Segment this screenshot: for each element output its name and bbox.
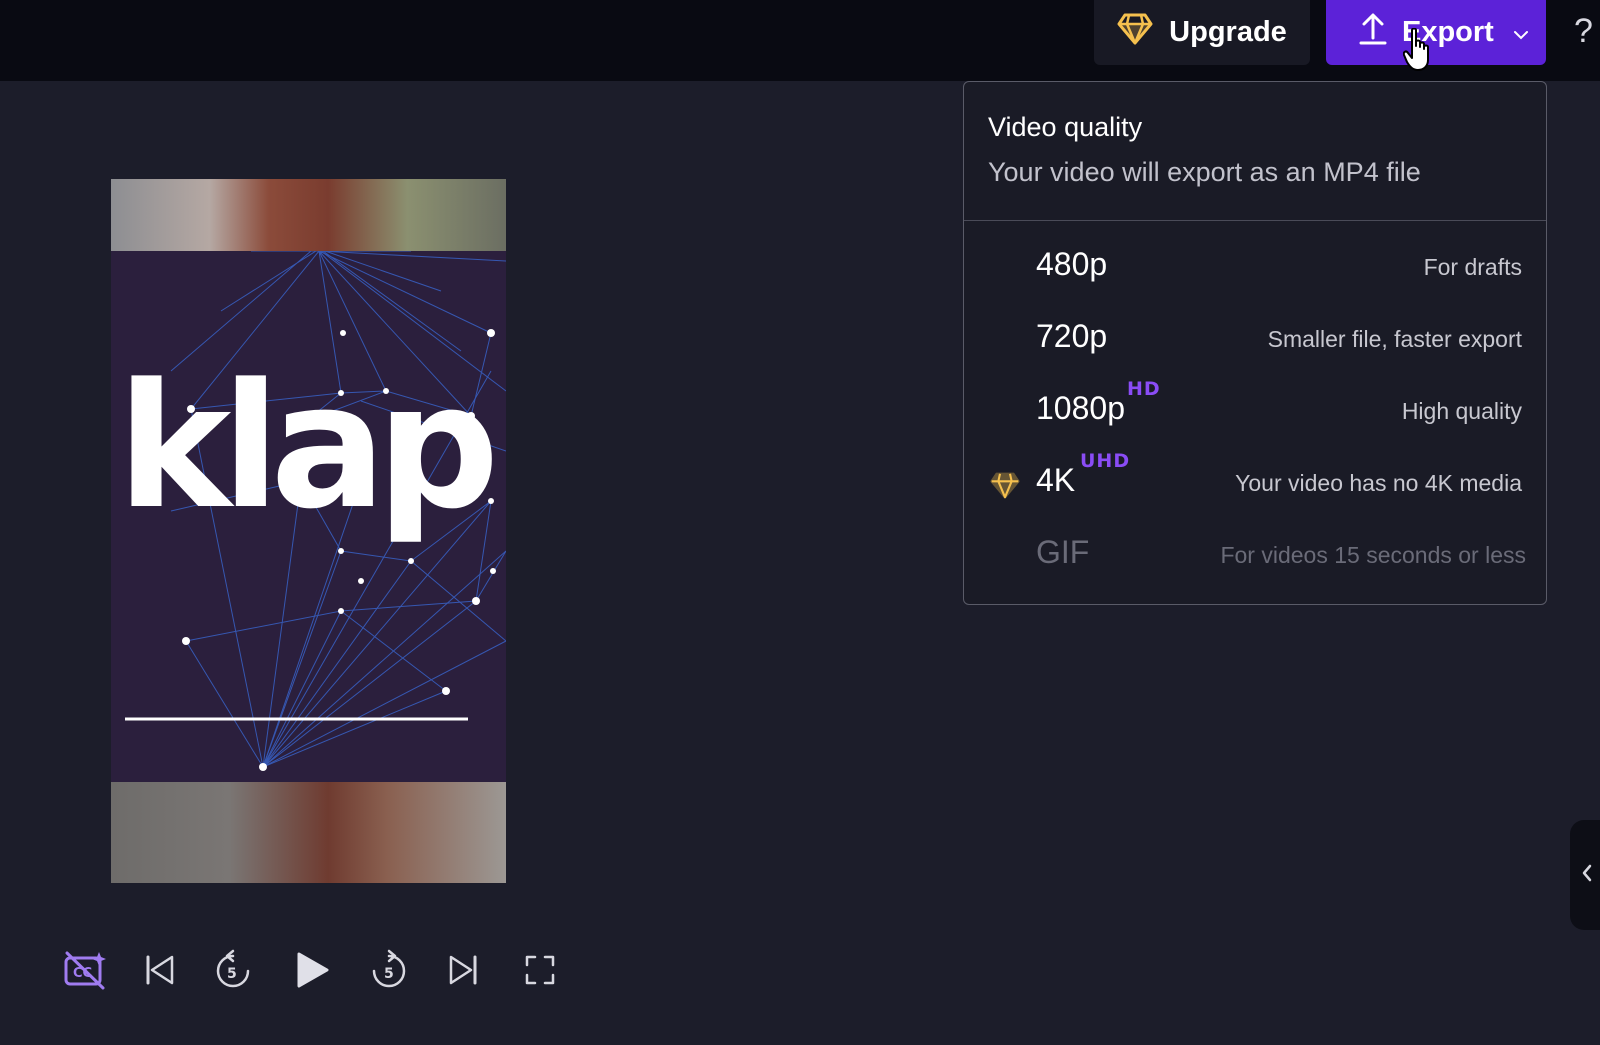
option-label: 480p (1036, 246, 1108, 282)
skip-to-end-button[interactable] (438, 947, 488, 997)
fullscreen-button[interactable] (515, 947, 565, 997)
option-description: High quality (1401, 398, 1522, 424)
side-panel-toggle[interactable] (1570, 820, 1600, 930)
quality-option-gif[interactable]: GIF For videos 15 seconds or less (964, 522, 1546, 592)
option-description: Your video has no 4K media (1235, 470, 1522, 496)
premium-gem-icon (990, 472, 1020, 504)
video-preview[interactable]: klap (111, 179, 506, 883)
forward-5-icon: 5 (369, 949, 409, 996)
option-label: 1080p (1036, 390, 1125, 426)
captions-toggle-button[interactable]: CC (60, 947, 110, 997)
menu-subtitle: Your video will export as an MP4 file (988, 157, 1421, 187)
option-description: For drafts (1423, 254, 1522, 280)
upgrade-label: Upgrade (1169, 16, 1287, 48)
help-button[interactable]: ? (1574, 12, 1593, 51)
brand-text-overlay: klap (117, 346, 500, 547)
hand-cursor-icon (1402, 27, 1433, 77)
preview-bottom-footage (111, 782, 506, 883)
quality-option-4k[interactable]: 4K UHD Your video has no 4K media (964, 450, 1546, 520)
option-label: 720p (1036, 318, 1108, 354)
rewind-5-button[interactable]: 5 (208, 947, 258, 997)
captions-off-icon: CC (63, 950, 107, 995)
menu-title: Video quality (988, 112, 1143, 142)
quality-option-480p[interactable]: 480p For drafts (964, 234, 1546, 304)
export-button[interactable]: Export (1326, 0, 1546, 65)
export-quality-menu: Video quality Your video will export as … (963, 81, 1547, 605)
top-bar: Upgrade Export ? (0, 0, 1600, 81)
svg-text:5: 5 (384, 966, 394, 982)
skip-to-start-icon (143, 953, 177, 992)
hd-badge: HD (1127, 378, 1161, 400)
option-description: For videos 15 seconds or less (1220, 542, 1526, 568)
uhd-badge: UHD (1080, 450, 1131, 472)
upload-icon (1358, 12, 1388, 54)
play-button[interactable] (286, 947, 336, 997)
gem-icon (1117, 13, 1153, 53)
skip-to-end-icon (446, 953, 480, 992)
option-label: 4K (1036, 462, 1076, 498)
chevron-left-icon (1580, 863, 1594, 888)
rewind-5-icon: 5 (213, 949, 253, 996)
quality-option-1080p[interactable]: 1080p HD High quality (964, 378, 1546, 448)
menu-divider (964, 220, 1546, 221)
upgrade-button[interactable]: Upgrade (1094, 0, 1310, 65)
fullscreen-icon (524, 954, 556, 991)
svg-text:5: 5 (227, 966, 237, 982)
preview-top-footage (111, 179, 506, 251)
play-icon (291, 950, 331, 995)
quality-option-720p[interactable]: 720p Smaller file, faster export (964, 306, 1546, 376)
forward-5-button[interactable]: 5 (364, 947, 414, 997)
chevron-down-icon (1512, 16, 1530, 49)
option-label: GIF (1036, 534, 1090, 570)
option-description: Smaller file, faster export (1267, 326, 1522, 352)
skip-to-start-button[interactable] (135, 947, 185, 997)
